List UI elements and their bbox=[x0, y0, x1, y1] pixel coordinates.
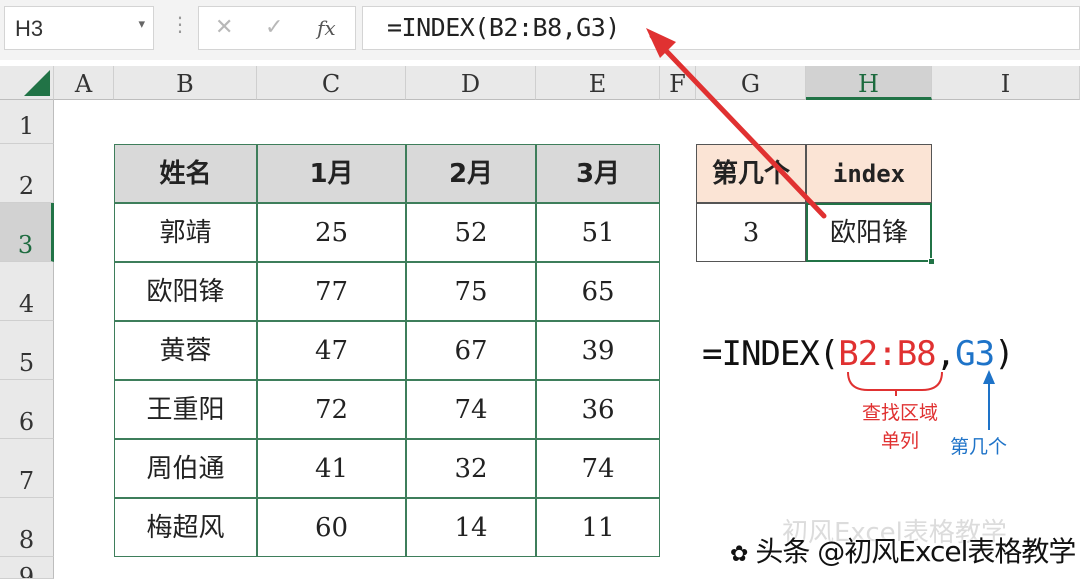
table-cell[interactable]: 74 bbox=[406, 380, 536, 439]
flower-logo-icon: ✿ bbox=[730, 542, 748, 567]
column-header-e[interactable]: E bbox=[536, 66, 660, 100]
name-box-value: H3 bbox=[15, 16, 44, 41]
enter-icon[interactable]: ✓ bbox=[265, 15, 283, 40]
cancel-icon[interactable]: ✕ bbox=[215, 15, 233, 40]
column-header-c[interactable]: C bbox=[257, 66, 406, 100]
annotation-suffix: ) bbox=[994, 334, 1015, 374]
table-cell[interactable]: 39 bbox=[536, 321, 660, 380]
table-cell[interactable]: 25 bbox=[257, 203, 406, 262]
row-header-2[interactable]: 2 bbox=[0, 144, 54, 203]
row-header-7[interactable]: 7 bbox=[0, 439, 54, 498]
chevron-down-icon[interactable]: ▾ bbox=[138, 17, 145, 32]
table-cell[interactable]: 51 bbox=[536, 203, 660, 262]
table-cell[interactable]: 60 bbox=[257, 498, 406, 557]
table-cell[interactable]: 47 bbox=[257, 321, 406, 380]
formula-bar: H3 ▾ ⋮ ✕ ✓ fx =INDEX(B2:B8,G3) bbox=[0, 0, 1080, 60]
table-cell[interactable]: 41 bbox=[257, 439, 406, 498]
active-cell-h3[interactable]: 欧阳锋 bbox=[806, 203, 932, 262]
table-cell[interactable]: 32 bbox=[406, 439, 536, 498]
table-cell[interactable]: 黄蓉 bbox=[114, 321, 257, 380]
select-all-triangle-icon[interactable] bbox=[24, 70, 50, 96]
table-header-cell[interactable]: 姓名 bbox=[114, 144, 257, 203]
table-cell[interactable]: 52 bbox=[406, 203, 536, 262]
column-header-b[interactable]: B bbox=[114, 66, 257, 100]
table-header-cell[interactable]: 3月 bbox=[536, 144, 660, 203]
table-cell[interactable]: 欧阳锋 bbox=[114, 262, 257, 321]
lookup-header-cell[interactable]: index bbox=[806, 144, 932, 203]
table-cell[interactable]: 36 bbox=[536, 380, 660, 439]
column-header-f[interactable]: F bbox=[660, 66, 696, 100]
table-cell[interactable]: 王重阳 bbox=[114, 380, 257, 439]
column-header-h[interactable]: H bbox=[806, 66, 932, 100]
row-header-9[interactable]: 9 bbox=[0, 557, 54, 579]
credit-label: 头条 @初风Excel表格教学 bbox=[755, 535, 1076, 568]
fill-handle[interactable] bbox=[928, 258, 935, 265]
table-header-cell[interactable]: 2月 bbox=[406, 144, 536, 203]
insert-function-icon[interactable]: fx bbox=[317, 16, 336, 40]
range-label-line2: 单列 bbox=[880, 430, 919, 452]
table-cell[interactable]: 72 bbox=[257, 380, 406, 439]
formula-buttons: ✕ ✓ fx bbox=[198, 6, 356, 50]
table-header-cell[interactable]: 1月 bbox=[257, 144, 406, 203]
table-cell[interactable]: 74 bbox=[536, 439, 660, 498]
row-header-6[interactable]: 6 bbox=[0, 380, 54, 439]
table-cell[interactable]: 11 bbox=[536, 498, 660, 557]
column-header-a[interactable]: A bbox=[54, 66, 114, 100]
row-header-1[interactable]: 1 bbox=[0, 100, 54, 144]
formula-input[interactable]: =INDEX(B2:B8,G3) bbox=[362, 6, 1080, 50]
more-vertical-icon: ⋮ bbox=[170, 12, 190, 36]
column-header-d[interactable]: D bbox=[406, 66, 536, 100]
annotation-prefix: =INDEX( bbox=[702, 334, 839, 374]
lookup-index-cell[interactable]: 3 bbox=[696, 203, 806, 262]
table-cell[interactable]: 14 bbox=[406, 498, 536, 557]
row-header-5[interactable]: 5 bbox=[0, 321, 54, 380]
column-header-g[interactable]: G bbox=[696, 66, 806, 100]
table-cell[interactable]: 梅超风 bbox=[114, 498, 257, 557]
table-cell[interactable]: 75 bbox=[406, 262, 536, 321]
row-header-4[interactable]: 4 bbox=[0, 262, 54, 321]
table-cell[interactable]: 65 bbox=[536, 262, 660, 321]
lookup-header-cell[interactable]: 第几个 bbox=[696, 144, 806, 203]
table-cell[interactable]: 周伯通 bbox=[114, 439, 257, 498]
range-label-line1: 查找区域 bbox=[861, 402, 938, 424]
annotation-comma: , bbox=[935, 334, 957, 374]
index-label: 第几个 bbox=[950, 436, 1008, 458]
name-box[interactable]: H3 ▾ bbox=[4, 6, 154, 50]
column-header-i[interactable]: I bbox=[932, 66, 1080, 100]
row-header-8[interactable]: 8 bbox=[0, 498, 54, 557]
annotation-index-arg: G3 bbox=[955, 334, 995, 374]
annotation-formula: =INDEX(B2:B8,G3) bbox=[702, 334, 1015, 374]
table-cell[interactable]: 77 bbox=[257, 262, 406, 321]
range-bracket bbox=[847, 371, 943, 391]
credit-text: ✿ 头条 @初风Excel表格教学 bbox=[730, 530, 1076, 570]
table-cell[interactable]: 郭靖 bbox=[114, 203, 257, 262]
table-cell[interactable]: 67 bbox=[406, 321, 536, 380]
annotation-range: B2:B8 bbox=[838, 334, 936, 374]
row-header-3[interactable]: 3 bbox=[0, 203, 54, 262]
